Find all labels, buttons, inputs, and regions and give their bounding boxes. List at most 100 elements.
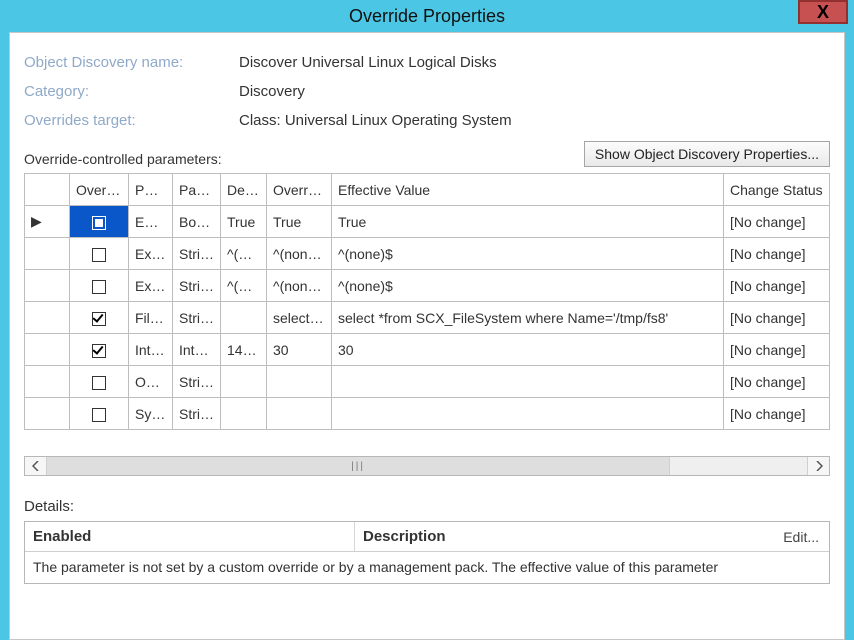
param-name-cell: Syn... <box>129 398 173 430</box>
override-value-cell[interactable]: ^(none)$ <box>267 270 332 302</box>
details-panel: Enabled Description Edit... The paramete… <box>24 521 830 584</box>
summary-label: Overrides target: <box>24 112 239 129</box>
effective-value-cell <box>332 398 724 430</box>
override-checkbox[interactable] <box>92 376 106 390</box>
change-status-cell: [No change] <box>724 206 830 238</box>
show-object-discovery-properties-button[interactable]: Show Object Discovery Properties... <box>584 141 830 167</box>
summary-value: Discovery <box>239 83 305 100</box>
param-name-cell: Excl... <box>129 270 173 302</box>
override-value-cell[interactable] <box>267 398 332 430</box>
effective-value-cell <box>332 366 724 398</box>
override-value-cell[interactable] <box>267 366 332 398</box>
override-checkbox[interactable] <box>92 216 106 230</box>
override-value-cell[interactable]: True <box>267 206 332 238</box>
chevron-right-icon <box>815 461 823 471</box>
col-override[interactable]: Override <box>70 174 129 206</box>
override-checkbox[interactable] <box>92 344 106 358</box>
effective-value-cell: True <box>332 206 724 238</box>
col-param-name[interactable]: Parame <box>129 174 173 206</box>
details-description-header: Description <box>355 522 773 551</box>
change-status-cell: [No change] <box>724 238 830 270</box>
row-selector[interactable] <box>25 302 70 334</box>
row-selector[interactable] <box>25 366 70 398</box>
window-frame: Override Properties X Object Discovery n… <box>0 0 854 640</box>
override-checkbox-cell[interactable] <box>70 366 129 398</box>
override-checkbox[interactable] <box>92 248 106 262</box>
summary-row: Object Discovery name:Discover Universal… <box>24 54 830 71</box>
row-selector[interactable] <box>25 270 70 302</box>
details-edit-link[interactable]: Edit... <box>773 523 829 551</box>
scroll-left-button[interactable] <box>25 457 47 475</box>
change-status-cell: [No change] <box>724 398 830 430</box>
override-checkbox[interactable] <box>92 312 106 326</box>
override-checkbox[interactable] <box>92 280 106 294</box>
default-value-cell: ^(no... <box>221 238 267 270</box>
summary-label: Category: <box>24 83 239 100</box>
override-checkbox-cell[interactable] <box>70 398 129 430</box>
table-row[interactable]: Syn...String [No change] <box>25 398 830 430</box>
parameters-grid[interactable]: Override Parame Parame Default Override … <box>24 173 830 430</box>
scroll-track[interactable]: ||| <box>47 457 807 475</box>
row-selector[interactable] <box>25 398 70 430</box>
col-override-value[interactable]: Override <box>267 174 332 206</box>
table-row[interactable]: Excl...String^(no...^(none)$^(none)$[No … <box>25 270 830 302</box>
param-name-cell: Out... <box>129 366 173 398</box>
effective-value-cell: 30 <box>332 334 724 366</box>
param-type-cell: String <box>173 366 221 398</box>
change-status-cell: [No change] <box>724 366 830 398</box>
row-selector[interactable] <box>25 238 70 270</box>
table-row[interactable]: ▶Ena...Bool...TrueTrueTrue[No change] <box>25 206 830 238</box>
override-checkbox-cell[interactable] <box>70 334 129 366</box>
param-type-cell: String <box>173 398 221 430</box>
override-controlled-label: Override-controlled parameters: <box>24 151 584 167</box>
col-change-status[interactable]: Change Status <box>724 174 830 206</box>
default-value-cell: ^(no... <box>221 270 267 302</box>
param-name-cell: Excl... <box>129 238 173 270</box>
col-param-type[interactable]: Parame <box>173 174 221 206</box>
param-type-cell: String <box>173 238 221 270</box>
scroll-right-button[interactable] <box>807 457 829 475</box>
close-icon: X <box>817 2 829 22</box>
col-effective[interactable]: Effective Value <box>332 174 724 206</box>
table-row[interactable]: Excl...String^(no...^(none)$^(none)$[No … <box>25 238 830 270</box>
override-checkbox-cell[interactable] <box>70 238 129 270</box>
override-value-cell[interactable]: 30 <box>267 334 332 366</box>
titlebar: Override Properties X <box>0 0 854 32</box>
scroll-thumb[interactable]: ||| <box>47 457 670 475</box>
default-value-cell: 14400 <box>221 334 267 366</box>
details-label: Details: <box>24 498 830 515</box>
default-value-cell <box>221 302 267 334</box>
chevron-left-icon <box>32 461 40 471</box>
override-checkbox[interactable] <box>92 408 106 422</box>
override-checkbox-cell[interactable] <box>70 270 129 302</box>
param-name-cell: Filter <box>129 302 173 334</box>
override-value-cell[interactable]: select *f... <box>267 302 332 334</box>
change-status-cell: [No change] <box>724 302 830 334</box>
horizontal-scrollbar[interactable]: ||| <box>24 456 830 476</box>
override-checkbox-cell[interactable] <box>70 206 129 238</box>
default-value-cell <box>221 366 267 398</box>
table-row[interactable]: Inter...Integer144003030[No change] <box>25 334 830 366</box>
param-type-cell: String <box>173 270 221 302</box>
param-type-cell: Bool... <box>173 206 221 238</box>
param-name-cell: Inter... <box>129 334 173 366</box>
effective-value-cell: ^(none)$ <box>332 270 724 302</box>
change-status-cell: [No change] <box>724 334 830 366</box>
row-selector[interactable]: ▶ <box>25 206 70 238</box>
row-selector[interactable] <box>25 334 70 366</box>
override-value-cell[interactable]: ^(none)$ <box>267 238 332 270</box>
table-row[interactable]: FilterStringselect *f...select *from SCX… <box>25 302 830 334</box>
close-button[interactable]: X <box>798 0 848 24</box>
grid-header-row: Override Parame Parame Default Override … <box>25 174 830 206</box>
summary-label: Object Discovery name: <box>24 54 239 71</box>
window-title: Override Properties <box>349 6 505 26</box>
dialog-body: Object Discovery name:Discover Universal… <box>9 32 845 640</box>
row-header-col <box>25 174 70 206</box>
param-type-cell: Integer <box>173 334 221 366</box>
table-row[interactable]: Out...String [No change] <box>25 366 830 398</box>
default-value-cell: True <box>221 206 267 238</box>
col-default[interactable]: Default <box>221 174 267 206</box>
summary-value: Class: Universal Linux Operating System <box>239 112 512 129</box>
override-checkbox-cell[interactable] <box>70 302 129 334</box>
summary-value: Discover Universal Linux Logical Disks <box>239 54 497 71</box>
